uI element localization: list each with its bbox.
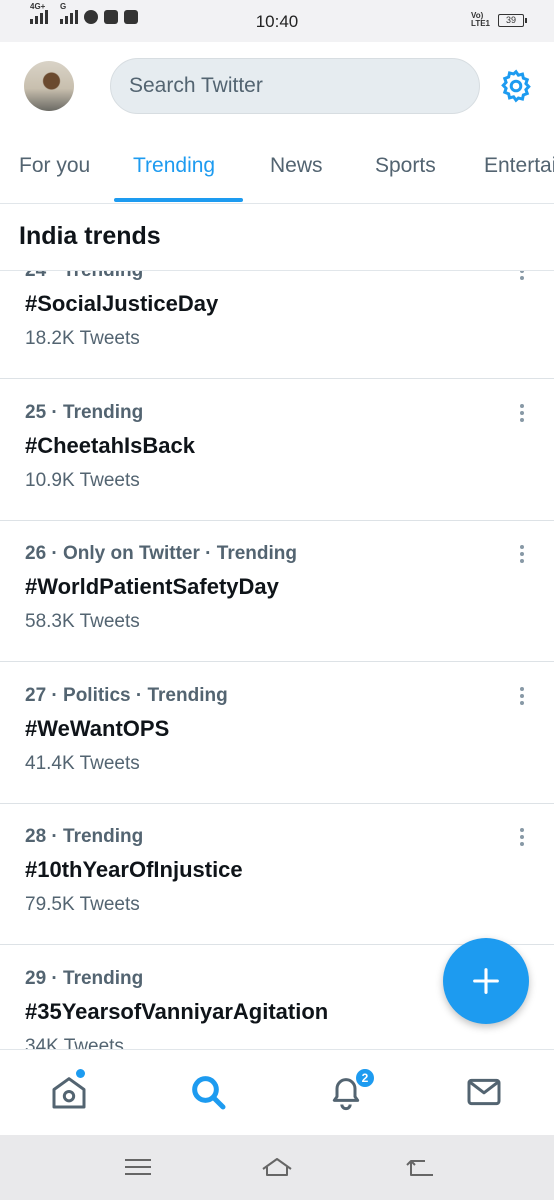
trend-meta: 29 · Trending bbox=[25, 968, 144, 989]
menu-icon[interactable] bbox=[121, 1153, 155, 1181]
home-unread-dot bbox=[76, 1069, 85, 1078]
trend-item[interactable]: 26 · Only on Twitter · Trending #WorldPa… bbox=[0, 521, 554, 662]
trend-name: #10thYearOfInjustice bbox=[25, 857, 243, 882]
section-title: India trends bbox=[19, 222, 161, 250]
more-options-icon[interactable] bbox=[514, 828, 530, 850]
avatar[interactable] bbox=[24, 61, 74, 111]
search-input[interactable]: Search Twitter bbox=[110, 58, 480, 114]
tab-entertainment[interactable]: Entertainment bbox=[484, 154, 554, 178]
explore-tabs: For you Trending News Sports Entertainme… bbox=[0, 132, 554, 204]
trend-meta: 24 · Trending bbox=[25, 271, 143, 282]
trend-name: #WeWantOPS bbox=[25, 716, 170, 741]
trend-count: 58.3K Tweets bbox=[25, 611, 140, 632]
status-icons-right: Vo) LTE1 39 bbox=[471, 12, 527, 28]
trend-name: #SocialJusticeDay bbox=[25, 291, 219, 316]
mail-icon[interactable] bbox=[464, 1072, 504, 1112]
compose-tweet-button[interactable] bbox=[443, 938, 529, 1024]
search-icon[interactable] bbox=[188, 1072, 228, 1112]
back-icon[interactable] bbox=[403, 1153, 437, 1181]
more-options-icon[interactable] bbox=[514, 545, 530, 567]
home-button-icon[interactable] bbox=[260, 1153, 294, 1181]
trend-name: #WorldPatientSafetyDay bbox=[25, 574, 279, 599]
trend-count: 41.4K Tweets bbox=[25, 753, 140, 774]
gear-icon[interactable] bbox=[498, 68, 534, 104]
network-tag-2: G bbox=[60, 2, 67, 11]
notifications-badge: 2 bbox=[354, 1067, 376, 1089]
trend-count: 10.9K Tweets bbox=[25, 470, 140, 491]
tab-trending[interactable]: Trending bbox=[133, 154, 215, 178]
bottom-navigation: 2 bbox=[0, 1049, 554, 1135]
tab-for-you[interactable]: For you bbox=[19, 154, 90, 178]
trend-count: 18.2K Tweets bbox=[25, 328, 140, 349]
trend-meta: 28 · Trending bbox=[25, 826, 144, 847]
trend-meta: 25 · Trending bbox=[25, 402, 144, 423]
trend-name: #CheetahIsBack bbox=[25, 433, 195, 458]
more-options-icon[interactable] bbox=[514, 404, 530, 426]
search-placeholder: Search Twitter bbox=[129, 74, 263, 97]
tab-sports[interactable]: Sports bbox=[375, 154, 436, 178]
trend-item[interactable]: 27 · Politics · Trending #WeWantOPS 41.4… bbox=[0, 663, 554, 804]
tab-news[interactable]: News bbox=[270, 154, 323, 178]
trend-item[interactable]: 24 · Trending #SocialJusticeDay 18.2K Tw… bbox=[0, 271, 554, 379]
trends-list[interactable]: 24 · Trending #SocialJusticeDay 18.2K Tw… bbox=[0, 271, 554, 1049]
trend-name: #35YearsofVanniyarAgitation bbox=[25, 999, 329, 1024]
trend-count: 79.5K Tweets bbox=[25, 894, 140, 915]
system-navigation-bar bbox=[0, 1135, 554, 1200]
trend-meta: 26 · Only on Twitter · Trending bbox=[25, 543, 297, 564]
more-options-icon[interactable] bbox=[514, 271, 530, 284]
plus-icon bbox=[473, 968, 499, 994]
top-header: Search Twitter bbox=[0, 42, 554, 132]
active-tab-indicator bbox=[114, 198, 243, 202]
trend-item[interactable]: 25 · Trending #CheetahIsBack 10.9K Tweet… bbox=[0, 380, 554, 521]
network-tag-1: 4G+ bbox=[30, 2, 46, 11]
home-icon[interactable] bbox=[49, 1072, 89, 1112]
trend-count: 34K Tweets bbox=[25, 1036, 124, 1049]
volte-line-2: LTE1 bbox=[471, 19, 490, 28]
volte-indicator: Vo) LTE1 bbox=[471, 12, 490, 28]
status-bar: 4G+ G 10:40 Vo) LTE1 39 bbox=[0, 0, 554, 42]
trend-item[interactable]: 28 · Trending #10thYearOfInjustice 79.5K… bbox=[0, 804, 554, 945]
trend-meta: 27 · Politics · Trending bbox=[25, 685, 228, 706]
more-options-icon[interactable] bbox=[514, 687, 530, 709]
battery-icon: 39 bbox=[498, 13, 527, 27]
